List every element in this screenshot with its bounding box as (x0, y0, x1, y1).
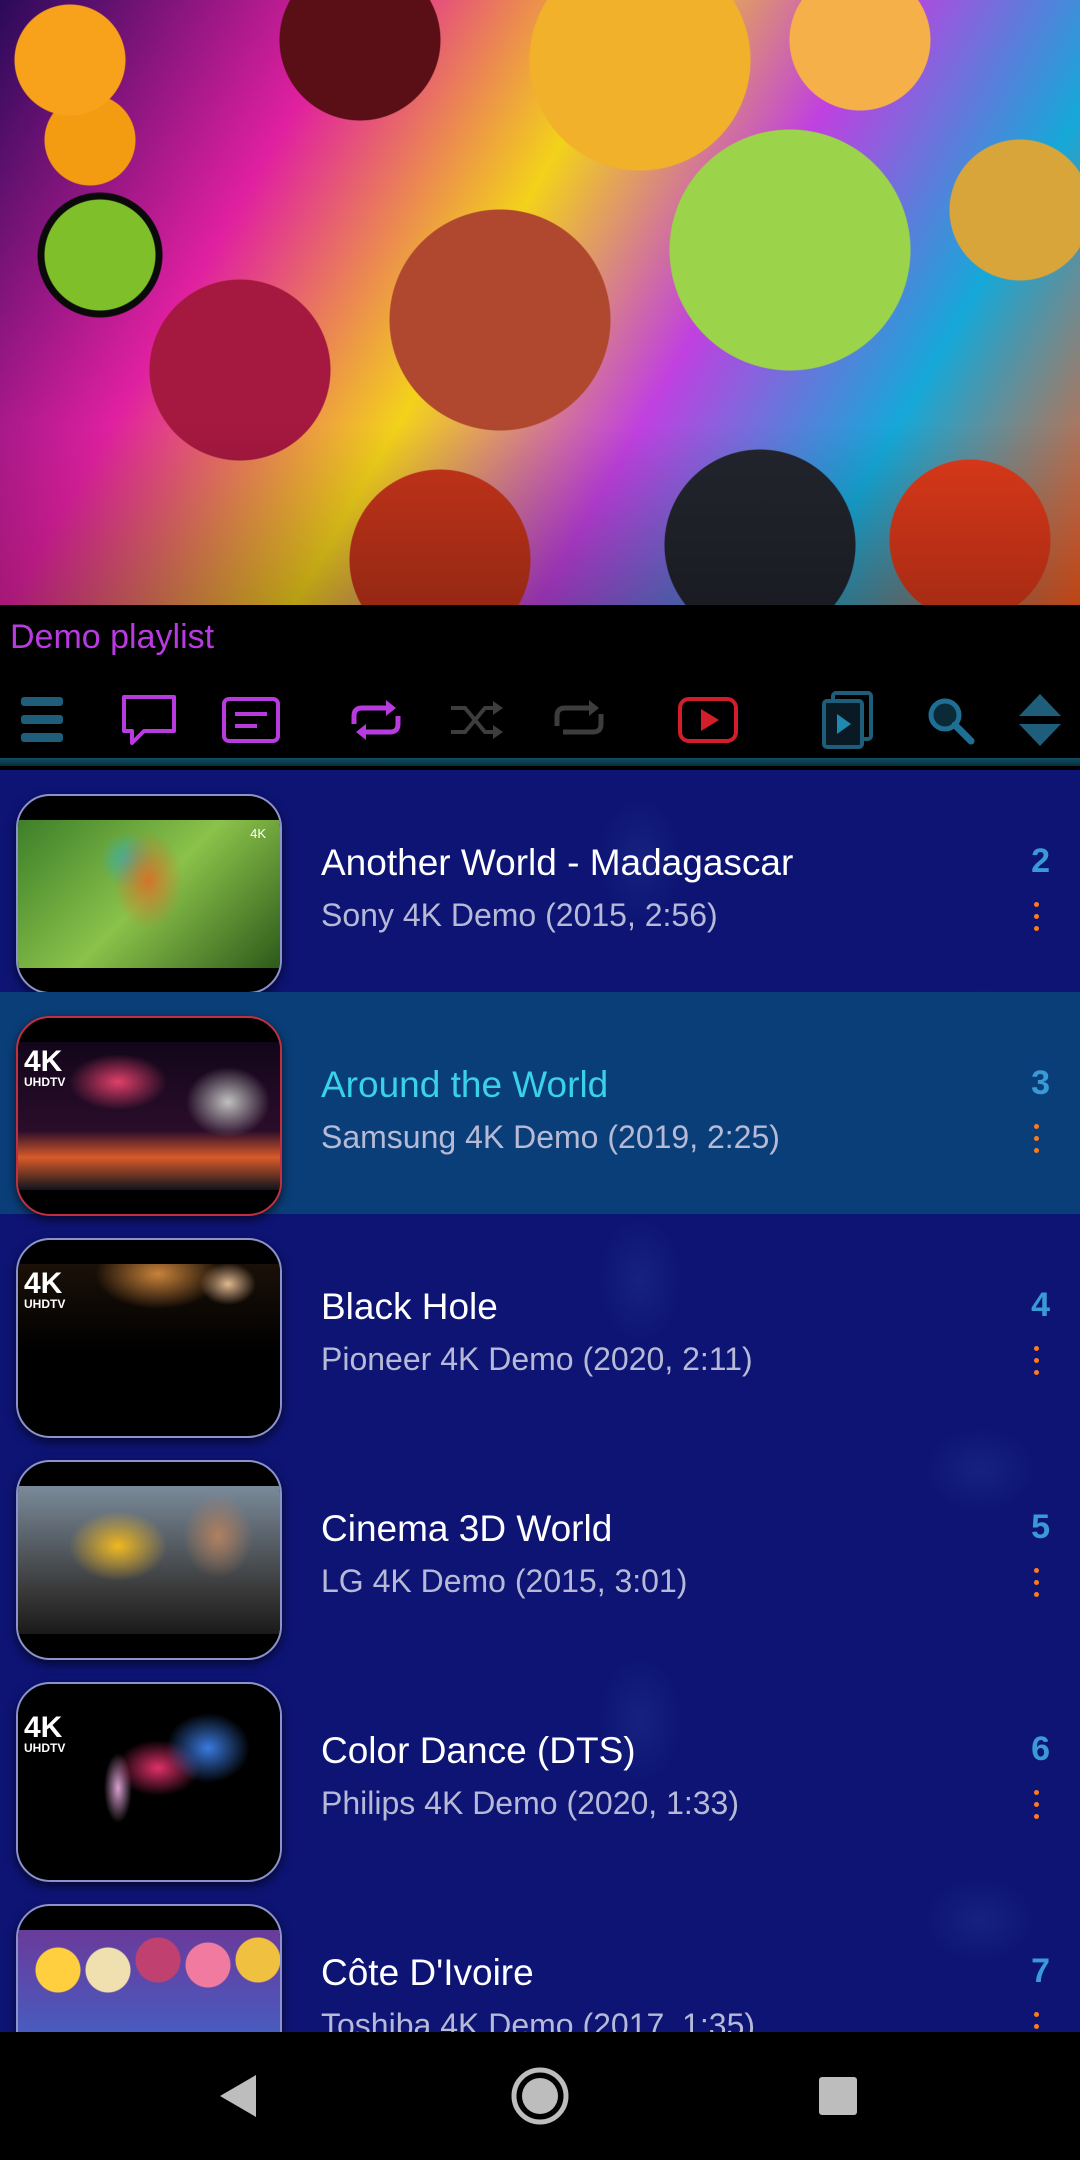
video-thumbnail[interactable]: 4K (16, 794, 282, 994)
item-subtitle: LG 4K Demo (2015, 3:01) (321, 1563, 688, 1599)
toolbar-divider (0, 758, 1080, 766)
item-title: Another World - Madagascar (321, 842, 794, 883)
badge-4k-uhdtv: 4K UHDTV (24, 1045, 66, 1089)
repeat-one-icon[interactable] (548, 680, 610, 760)
item-number: 5 (1031, 1508, 1050, 1546)
item-subtitle: Toshiba 4K Demo (2017, 1:35) (321, 2007, 756, 2032)
playlist-list: 4K Another World - Madagascar Sony 4K De… (0, 770, 1080, 2032)
item-subtitle: Pioneer 4K Demo (2020, 2:11) (321, 1341, 753, 1377)
item-title: Black Hole (321, 1286, 498, 1327)
more-options-icon[interactable] (1034, 902, 1040, 938)
comment-icon[interactable] (118, 680, 180, 760)
badge-4k-uhdtv: 4K UHDTV (24, 1267, 66, 1311)
list-item[interactable]: 4K UHDTV Color Dance (DTS) Philips 4K Dem… (0, 1658, 1080, 1882)
item-number: 7 (1031, 1952, 1050, 1990)
list-item[interactable]: 4K UHDTV Black Hole Pioneer 4K Demo (2020… (0, 1214, 1080, 1438)
playlist-title[interactable]: Demo playlist (10, 618, 214, 657)
cover-shade (0, 0, 1080, 605)
text-icon[interactable] (220, 680, 282, 760)
badge-4k-uhdtv: 4K UHDTV (24, 1711, 66, 1755)
toolbar (0, 680, 1080, 760)
item-title: Côte D'Ivoire (321, 1952, 534, 1993)
more-options-icon[interactable] (1034, 2012, 1040, 2032)
item-number: 6 (1031, 1730, 1050, 1768)
more-options-icon[interactable] (1034, 1568, 1040, 1604)
item-number: 2 (1031, 842, 1050, 880)
menu-icon[interactable] (12, 680, 72, 760)
item-title: Cinema 3D World (321, 1508, 613, 1549)
sort-icon[interactable] (1014, 680, 1066, 760)
search-icon[interactable] (924, 680, 976, 760)
back-icon[interactable] (200, 2058, 276, 2134)
recents-icon[interactable] (800, 2058, 876, 2134)
video-thumbnail[interactable] (16, 1904, 282, 2032)
list-item[interactable]: Cinema 3D World LG 4K Demo (2015, 3:01) … (0, 1436, 1080, 1660)
youtube-icon[interactable] (676, 680, 740, 760)
item-subtitle: Sony 4K Demo (2015, 2:56) (321, 897, 718, 933)
shuffle-icon[interactable] (446, 680, 508, 760)
more-options-icon[interactable] (1034, 1346, 1040, 1382)
more-options-icon[interactable] (1034, 1790, 1040, 1826)
video-thumbnail[interactable] (16, 1460, 282, 1660)
video-thumbnail[interactable]: 4K UHDTV (16, 1682, 282, 1882)
more-options-icon[interactable] (1034, 1124, 1040, 1160)
list-item[interactable]: 4K Another World - Madagascar Sony 4K De… (0, 770, 1080, 994)
list-item[interactable]: Côte D'Ivoire Toshiba 4K Demo (2017, 1:3… (0, 1880, 1080, 2032)
list-item-selected[interactable]: 4K UHDTV Around the World Samsung 4K Demo… (0, 992, 1080, 1216)
item-subtitle: Philips 4K Demo (2020, 1:33) (321, 1785, 739, 1821)
item-number: 4 (1031, 1286, 1050, 1324)
repeat-icon[interactable] (345, 680, 407, 760)
video-thumbnail[interactable]: 4K UHDTV (16, 1016, 282, 1216)
system-navigation-bar (0, 2032, 1080, 2160)
thumb-4k-label: 4K (250, 826, 266, 841)
video-thumbnail[interactable]: 4K UHDTV (16, 1238, 282, 1438)
item-title: Around the World (321, 1064, 609, 1105)
item-title: Color Dance (DTS) (321, 1730, 636, 1771)
playlist-play-icon[interactable] (820, 680, 876, 760)
home-icon[interactable] (502, 2058, 578, 2134)
item-subtitle: Samsung 4K Demo (2019, 2:25) (321, 1119, 780, 1155)
item-number: 3 (1031, 1064, 1050, 1102)
